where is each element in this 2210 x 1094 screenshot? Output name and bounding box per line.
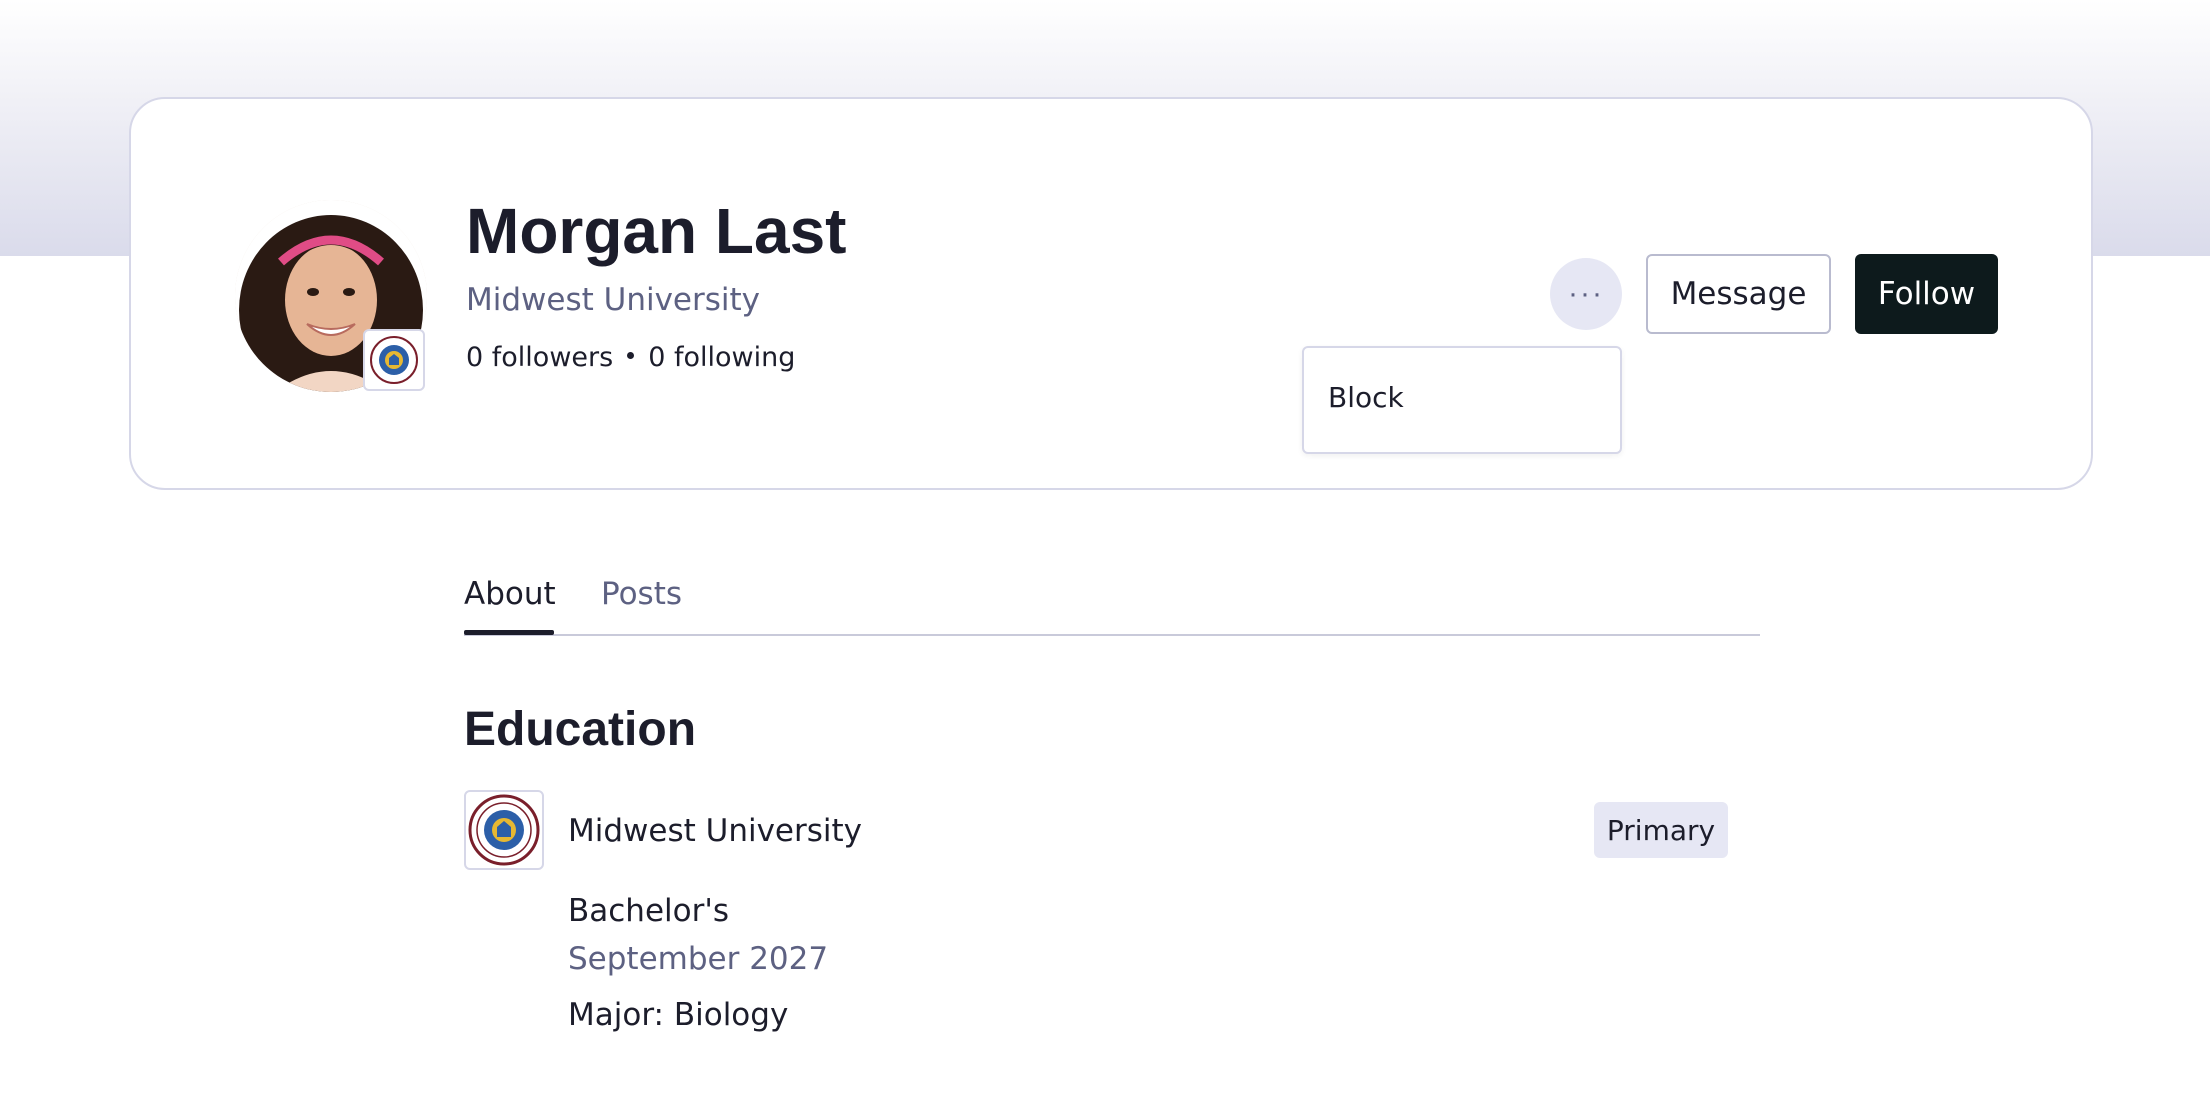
profile-tabs: About Posts [464,570,1760,636]
major-label: Major [568,997,654,1033]
followers-count: 0 [466,342,484,373]
active-tab-indicator [464,630,554,635]
university-seal-icon [468,794,540,866]
following-link[interactable]: 0 following [648,340,795,376]
follow-button[interactable]: Follow [1855,254,1998,334]
education-school-logo [464,790,544,870]
university-seal-badge [363,329,425,391]
followers-link[interactable]: 0 followers [466,340,613,376]
major-value: Biology [673,997,789,1033]
message-button[interactable]: Message [1646,254,1831,334]
follow-stats: 0 followers 0 following [466,340,795,376]
profile-name: Morgan Last [466,195,847,267]
separator-dot [627,351,635,359]
tab-about[interactable]: About [464,574,556,614]
primary-badge: Primary [1594,802,1728,858]
ellipsis-icon: ··· [1568,277,1604,310]
menu-item-block[interactable]: Block [1328,380,1404,416]
avatar-wrap [235,200,427,392]
following-label: following [673,342,796,373]
more-options-button[interactable]: ··· [1550,258,1622,330]
tab-posts[interactable]: Posts [601,574,682,614]
education-date: September 2027 [568,941,829,977]
education-degree: Bachelor's [568,893,730,929]
university-seal-icon [370,336,418,384]
education-major: Major: Biology [568,997,789,1033]
followers-label: followers [491,342,614,373]
more-options-menu: Block [1302,346,1622,454]
profile-school[interactable]: Midwest University [466,280,760,320]
education-heading: Education [464,703,697,756]
following-count: 0 [648,342,666,373]
education-school-name[interactable]: Midwest University [568,811,862,851]
